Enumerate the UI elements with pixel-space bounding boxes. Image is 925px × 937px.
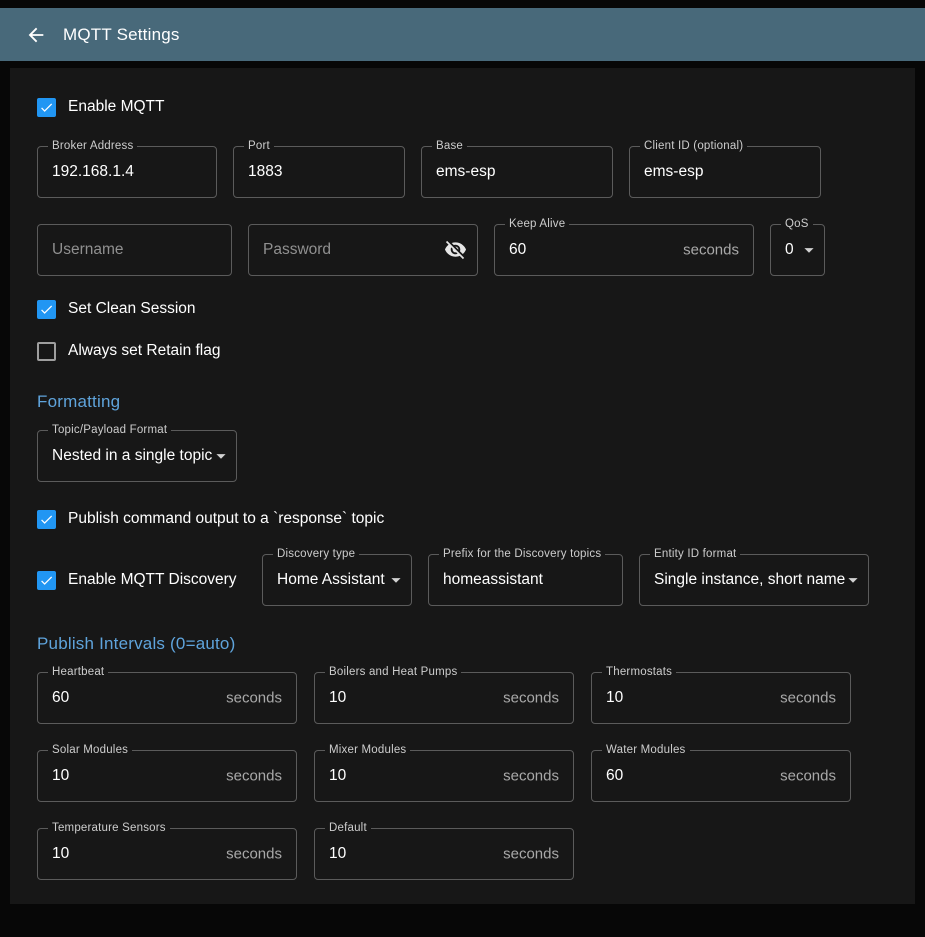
interval-input[interactable] [315, 829, 573, 879]
keep-alive-field[interactable]: Keep Alive seconds [494, 224, 754, 276]
broker-address-input[interactable] [38, 147, 216, 197]
entity-id-format-select[interactable]: Entity ID format Single instance, short … [639, 554, 869, 606]
discovery-prefix-input[interactable] [429, 555, 622, 605]
toggle-password-visibility-button[interactable] [443, 238, 467, 262]
clean-session-checkbox[interactable] [37, 300, 56, 319]
check-icon [39, 301, 54, 318]
check-icon [39, 572, 54, 589]
interval-input[interactable] [592, 673, 850, 723]
interval-label: Solar Modules [48, 744, 132, 757]
interval-input[interactable] [592, 751, 850, 801]
retain-flag-label: Always set Retain flag [68, 342, 221, 360]
interval-input[interactable] [38, 829, 296, 879]
arrow-back-icon [25, 24, 47, 46]
broker-address-field[interactable]: Broker Address [37, 146, 217, 198]
password-field[interactable] [248, 224, 478, 276]
interval-label: Default [325, 822, 371, 835]
interval-input[interactable] [315, 673, 573, 723]
base-input[interactable] [422, 147, 612, 197]
discovery-prefix-label: Prefix for the Discovery topics [439, 548, 605, 561]
dropdown-caret-icon [385, 569, 407, 591]
dropdown-caret-icon [842, 569, 864, 591]
client-id-field[interactable]: Client ID (optional) [629, 146, 821, 198]
formatting-heading: Formatting [37, 392, 888, 412]
check-icon [39, 511, 54, 528]
publish-intervals-heading: Publish Intervals (0=auto) [37, 634, 888, 654]
base-field[interactable]: Base [421, 146, 613, 198]
interval-label: Boilers and Heat Pumps [325, 666, 461, 679]
entity-id-format-label: Entity ID format [650, 548, 740, 561]
discovery-type-value: Home Assistant [277, 571, 385, 589]
qos-select[interactable]: QoS 0 [770, 224, 825, 276]
page-title: MQTT Settings [63, 25, 180, 45]
enable-discovery-label: Enable MQTT Discovery [68, 571, 237, 589]
enable-mqtt-row: Enable MQTT [37, 94, 888, 120]
discovery-type-select[interactable]: Discovery type Home Assistant [262, 554, 412, 606]
clean-session-row: Set Clean Session [37, 296, 888, 322]
retain-flag-checkbox[interactable] [37, 342, 56, 361]
default-interval-field[interactable]: Default seconds [314, 828, 574, 880]
dropdown-caret-icon [210, 445, 232, 467]
publish-response-label: Publish command output to a `response` t… [68, 510, 384, 528]
interval-label: Thermostats [602, 666, 676, 679]
port-label: Port [244, 140, 274, 153]
enable-discovery-row: Enable MQTT Discovery [37, 567, 246, 593]
keep-alive-label: Keep Alive [505, 218, 569, 231]
publish-response-row: Publish command output to a `response` t… [37, 506, 888, 532]
enable-mqtt-label: Enable MQTT [68, 98, 164, 116]
discovery-type-label: Discovery type [273, 548, 359, 561]
discovery-prefix-field[interactable]: Prefix for the Discovery topics [428, 554, 623, 606]
enable-mqtt-checkbox[interactable] [37, 98, 56, 117]
client-id-label: Client ID (optional) [640, 140, 747, 153]
thermostats-interval-field[interactable]: Thermostats seconds [591, 672, 851, 724]
username-field[interactable] [37, 224, 232, 276]
mixer-interval-field[interactable]: Mixer Modules seconds [314, 750, 574, 802]
water-interval-field[interactable]: Water Modules seconds [591, 750, 851, 802]
retain-flag-row: Always set Retain flag [37, 338, 888, 364]
topic-format-select[interactable]: Topic/Payload Format Nested in a single … [37, 430, 237, 482]
app-bar: MQTT Settings [0, 8, 925, 61]
interval-input[interactable] [38, 673, 296, 723]
topic-format-row: Topic/Payload Format Nested in a single … [37, 430, 888, 482]
boilers-interval-field[interactable]: Boilers and Heat Pumps seconds [314, 672, 574, 724]
client-id-input[interactable] [630, 147, 820, 197]
entity-id-format-value: Single instance, short name [654, 571, 845, 589]
enable-discovery-checkbox[interactable] [37, 571, 56, 590]
broker-address-label: Broker Address [48, 140, 137, 153]
publish-intervals-grid: Heartbeat seconds Boilers and Heat Pumps… [37, 672, 888, 880]
temperature-sensors-interval-field[interactable]: Temperature Sensors seconds [37, 828, 297, 880]
port-input[interactable] [234, 147, 404, 197]
topic-format-label: Topic/Payload Format [48, 424, 171, 437]
qos-label: QoS [781, 218, 813, 231]
qos-value: 0 [785, 241, 794, 259]
check-icon [39, 99, 54, 116]
back-button[interactable] [24, 23, 48, 47]
visibility-off-icon [444, 238, 467, 261]
keep-alive-input[interactable] [495, 225, 753, 275]
interval-input[interactable] [38, 751, 296, 801]
credentials-row: Keep Alive seconds QoS 0 [37, 224, 888, 276]
username-input[interactable] [38, 225, 231, 275]
port-field[interactable]: Port [233, 146, 405, 198]
interval-label: Temperature Sensors [48, 822, 170, 835]
clean-session-label: Set Clean Session [68, 300, 196, 318]
settings-card: Enable MQTT Broker Address Port Base Cli… [10, 68, 915, 904]
interval-label: Water Modules [602, 744, 690, 757]
topic-format-value: Nested in a single topic [52, 447, 212, 465]
discovery-row: Enable MQTT Discovery Discovery type Hom… [37, 554, 888, 606]
interval-label: Heartbeat [48, 666, 108, 679]
dropdown-caret-icon [798, 239, 820, 261]
solar-interval-field[interactable]: Solar Modules seconds [37, 750, 297, 802]
heartbeat-interval-field[interactable]: Heartbeat seconds [37, 672, 297, 724]
broker-row: Broker Address Port Base Client ID (opti… [37, 146, 888, 198]
base-label: Base [432, 140, 467, 153]
publish-response-checkbox[interactable] [37, 510, 56, 529]
interval-label: Mixer Modules [325, 744, 410, 757]
interval-input[interactable] [315, 751, 573, 801]
